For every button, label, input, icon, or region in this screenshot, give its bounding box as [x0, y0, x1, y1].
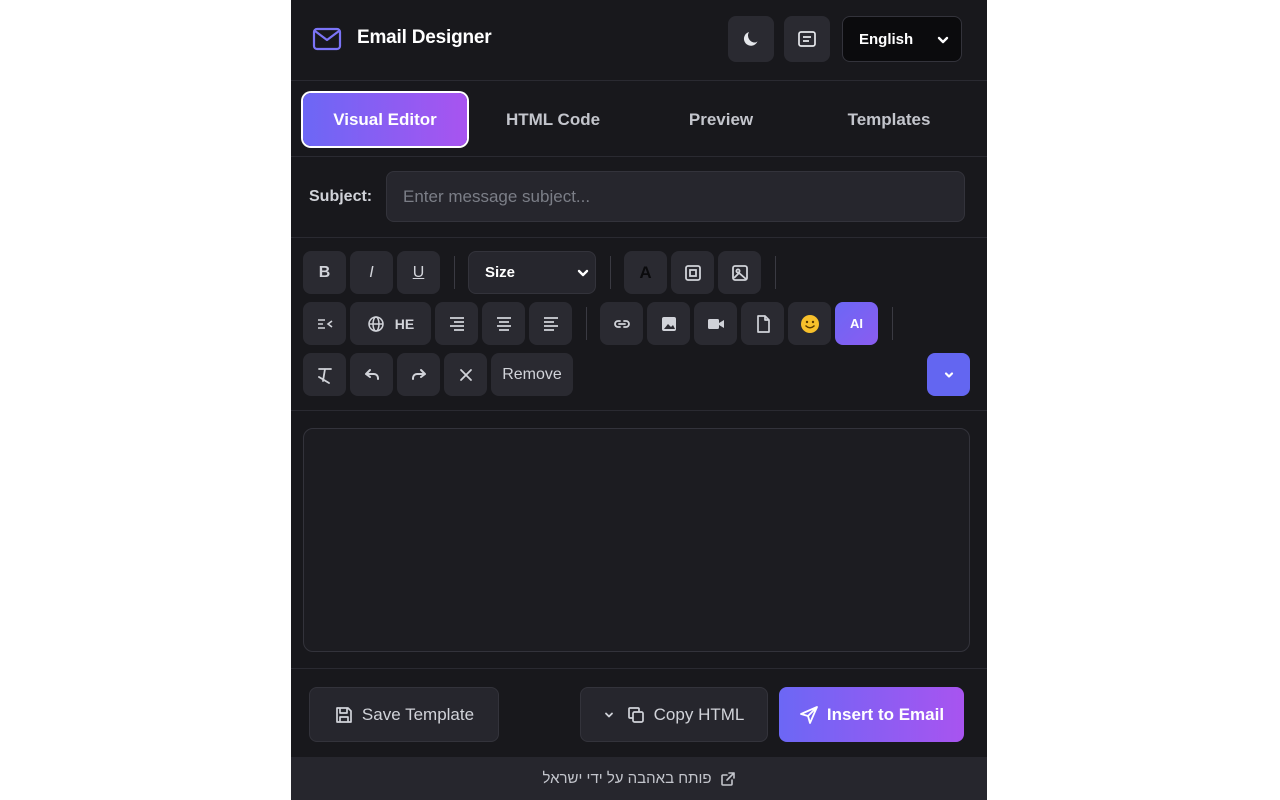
tab-preview[interactable]: Preview: [639, 93, 803, 146]
font-size-value: Size: [485, 264, 516, 281]
save-template-label: Save Template: [361, 704, 475, 724]
copy-icon: [627, 706, 644, 723]
italic-label: I: [369, 263, 374, 281]
align-center-icon: [496, 316, 511, 331]
chevron-down-icon: [937, 36, 949, 44]
chevron-down-icon: [944, 371, 953, 378]
credit-text: פותח באהבה על ידי ישראל: [542, 770, 712, 787]
undo-icon: [364, 368, 379, 380]
email-content-editor[interactable]: [303, 428, 970, 652]
frame-square-icon: [684, 264, 701, 281]
message-box-icon: [798, 31, 816, 47]
image-frame-icon: [731, 264, 748, 281]
tab-templates[interactable]: Templates: [807, 93, 971, 146]
external-link-icon: [720, 771, 735, 786]
toolbar-separator: [586, 307, 587, 340]
toolbar-separator: [775, 256, 776, 289]
remove-button[interactable]: Remove: [491, 353, 573, 396]
credit-bar[interactable]: פותח באהבה על ידי ישראל: [291, 757, 987, 800]
insert-video-button[interactable]: [694, 302, 737, 345]
insert-emoji-button[interactable]: [788, 302, 831, 345]
link-icon: [613, 319, 630, 328]
close-icon: [459, 368, 472, 381]
app-title: Email Designer: [357, 27, 492, 48]
align-right-button[interactable]: [435, 302, 478, 345]
insert-to-email-button[interactable]: Insert to Email: [779, 687, 964, 742]
background-image-button[interactable]: [718, 251, 761, 294]
tab-visual-editor[interactable]: Visual Editor: [303, 93, 467, 146]
copy-html-button[interactable]: Copy HTML: [580, 687, 768, 742]
toolbar-separator: [454, 256, 455, 289]
language-value: English: [859, 30, 914, 48]
redo-button[interactable]: [397, 353, 440, 396]
toolbar-separator: [892, 307, 893, 340]
align-left-icon: [543, 316, 558, 331]
footer-actions: Save Template Copy HTML Insert to Email: [291, 668, 987, 757]
text-direction-icon: [317, 318, 332, 329]
header: Email Designer English: [291, 0, 987, 81]
language-direction-button[interactable]: HE: [350, 302, 431, 345]
video-icon: [707, 318, 724, 329]
expand-toolbar-button[interactable]: [927, 353, 970, 396]
insert-file-button[interactable]: [741, 302, 784, 345]
align-center-button[interactable]: [482, 302, 525, 345]
font-size-select[interactable]: Size: [468, 251, 596, 294]
file-icon: [756, 314, 770, 333]
editor-tabs: Visual Editor HTML Code Preview Template…: [291, 81, 987, 157]
clear-format-button[interactable]: [303, 353, 346, 396]
toolbar-separator: [610, 256, 611, 289]
underline-button[interactable]: U: [397, 251, 440, 294]
floppy-disk-icon: [336, 706, 352, 723]
tab-html-code[interactable]: HTML Code: [471, 93, 635, 146]
text-color-button[interactable]: A: [624, 251, 667, 294]
ai-assistant-button[interactable]: AI: [835, 302, 878, 345]
image-icon: [661, 316, 676, 331]
globe-icon: [368, 315, 384, 332]
subject-input[interactable]: [386, 171, 965, 222]
smiley-emoji-icon: [800, 314, 819, 333]
formatting-toolbar: B I U Size A HE AI Remove: [291, 238, 987, 411]
copy-html-label: Copy HTML: [653, 704, 745, 724]
chevron-down-icon: [604, 712, 613, 717]
ai-label: AI: [850, 316, 863, 331]
remove-label: Remove: [502, 365, 562, 383]
align-left-button[interactable]: [529, 302, 572, 345]
envelope-icon: [312, 27, 342, 51]
clear-content-button[interactable]: [444, 353, 487, 396]
language-direction-label: HE: [394, 315, 415, 332]
subject-label: Subject:: [309, 188, 373, 205]
insert-image-button[interactable]: [647, 302, 690, 345]
email-designer-panel: Email Designer English Visual Editor HTM…: [291, 0, 987, 800]
undo-button[interactable]: [350, 353, 393, 396]
insert-link-button[interactable]: [600, 302, 643, 345]
underline-label: U: [412, 263, 425, 281]
language-select[interactable]: English: [842, 16, 962, 62]
theme-toggle-button[interactable]: [728, 16, 774, 62]
send-icon: [800, 705, 818, 724]
redo-icon: [411, 368, 426, 380]
moon-icon: [743, 32, 758, 46]
background-color-button[interactable]: [671, 251, 714, 294]
panel-toggle-button[interactable]: [784, 16, 830, 62]
bold-button[interactable]: B: [303, 251, 346, 294]
bold-label: B: [318, 263, 331, 281]
insert-to-email-label: Insert to Email: [826, 704, 945, 724]
subject-row: Subject:: [291, 157, 987, 238]
clear-format-icon: [317, 367, 332, 384]
italic-button[interactable]: I: [350, 251, 393, 294]
align-right-icon: [449, 316, 464, 331]
text-color-label: A: [639, 262, 652, 282]
text-direction-button[interactable]: [303, 302, 346, 345]
chevron-down-icon: [577, 269, 589, 277]
save-template-button[interactable]: Save Template: [309, 687, 499, 742]
